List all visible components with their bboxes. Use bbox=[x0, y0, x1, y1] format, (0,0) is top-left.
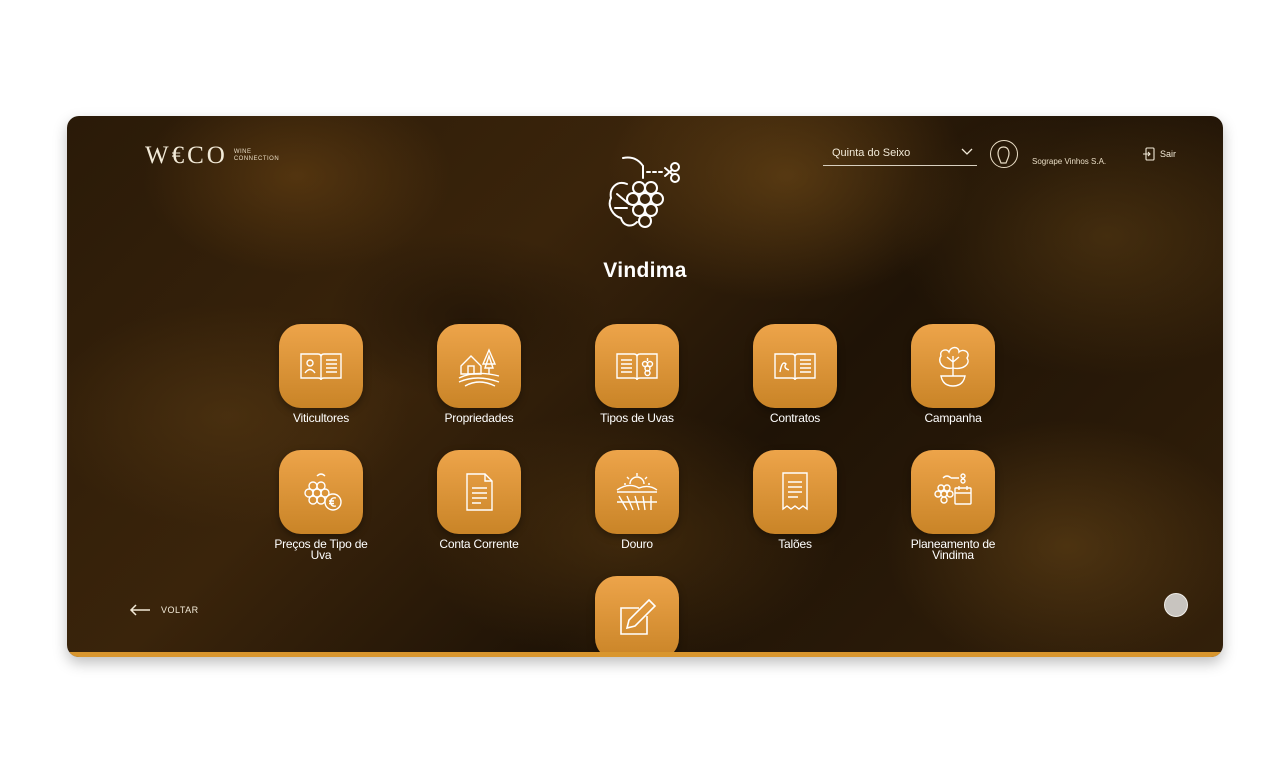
tile-icon-box bbox=[595, 450, 679, 534]
arrow-left-icon bbox=[129, 604, 150, 616]
tile-icon-box bbox=[753, 450, 837, 534]
back-button[interactable]: VOLTAR bbox=[129, 604, 199, 616]
tile-douro[interactable]: Douro bbox=[562, 450, 712, 550]
tile-planeamento-vindima[interactable]: Planeamento de Vindima bbox=[878, 450, 1028, 561]
grape-harvest-icon bbox=[608, 156, 680, 228]
logout-label: Sair bbox=[1160, 149, 1177, 159]
main-panel: W€CO WINE CONNECTION Quinta do Seixo Sog… bbox=[67, 116, 1223, 657]
company-name: Sogrape Vinhos S.A. bbox=[1032, 157, 1107, 166]
tile-icon-box bbox=[911, 324, 995, 408]
tile-label: Tipos de Uvas bbox=[600, 411, 674, 425]
tile-label: Douro bbox=[621, 537, 653, 551]
tile-conta-corrente[interactable]: Conta Corrente bbox=[404, 450, 554, 550]
user-avatar[interactable] bbox=[990, 140, 1018, 168]
tile-icon-box bbox=[595, 324, 679, 408]
landscape-icon bbox=[616, 473, 658, 511]
tile-edit[interactable] bbox=[562, 576, 712, 657]
contract-book-icon bbox=[774, 353, 816, 381]
app-logo[interactable]: W€CO WINE CONNECTION bbox=[145, 142, 279, 170]
logout-button[interactable]: Sair bbox=[1142, 147, 1176, 161]
edit-icon bbox=[620, 598, 657, 635]
tile-label: Campanha bbox=[924, 411, 982, 425]
estate-icon bbox=[458, 348, 500, 387]
tile-label: Contratos bbox=[769, 411, 821, 425]
tile-label: Propriedades bbox=[444, 411, 514, 425]
tile-icon-box bbox=[437, 324, 521, 408]
user-icon bbox=[997, 146, 1010, 164]
tile-taloes[interactable]: Talões bbox=[720, 450, 870, 550]
grape-book-icon bbox=[616, 353, 658, 381]
logo-sub-line1: WINE bbox=[233, 149, 252, 155]
tile-propriedades[interactable]: Propriedades bbox=[404, 324, 554, 424]
tile-label: Planeamento de Vindima bbox=[910, 537, 996, 562]
tile-icon-box bbox=[279, 450, 363, 534]
back-label: VOLTAR bbox=[161, 605, 199, 615]
receipt-icon bbox=[782, 472, 808, 511]
tile-label: Viticultores bbox=[292, 411, 350, 425]
chevron-down-icon bbox=[961, 147, 973, 159]
tile-precos-tipo-uva[interactable]: Preços de Tipo de Uva bbox=[246, 450, 396, 561]
tile-viticultores[interactable]: Viticultores bbox=[246, 324, 396, 424]
logo-sub-line2: CONNECTION bbox=[233, 156, 280, 162]
farm-select[interactable]: Quinta do Seixo bbox=[823, 140, 977, 166]
vine-pot-icon bbox=[939, 346, 969, 387]
farm-select-value: Quinta do Seixo bbox=[832, 146, 911, 159]
grower-book-icon bbox=[300, 353, 342, 381]
tile-label: Talões bbox=[778, 537, 812, 551]
tile-icon-box bbox=[911, 450, 995, 534]
logout-icon bbox=[1143, 147, 1155, 161]
logo-mark: W€CO bbox=[145, 142, 228, 169]
floating-action-dot[interactable] bbox=[1164, 593, 1188, 617]
document-icon bbox=[466, 473, 493, 511]
harvest-planning-icon bbox=[934, 473, 972, 505]
tile-contratos[interactable]: Contratos bbox=[720, 324, 870, 424]
tile-label: Conta Corrente bbox=[439, 537, 519, 551]
page-title: Vindima bbox=[603, 259, 687, 282]
tile-icon-box bbox=[279, 324, 363, 408]
tile-campanha[interactable]: Campanha bbox=[878, 324, 1028, 424]
logo-subtitle: WINE CONNECTION bbox=[234, 149, 279, 163]
tile-icon-box bbox=[753, 324, 837, 408]
grape-price-icon bbox=[304, 473, 342, 511]
tile-icon-box bbox=[437, 450, 521, 534]
tile-icon-box bbox=[595, 576, 679, 657]
tile-tipos-de-uvas[interactable]: Tipos de Uvas bbox=[562, 324, 712, 424]
tile-label: Preços de Tipo de Uva bbox=[274, 537, 368, 562]
